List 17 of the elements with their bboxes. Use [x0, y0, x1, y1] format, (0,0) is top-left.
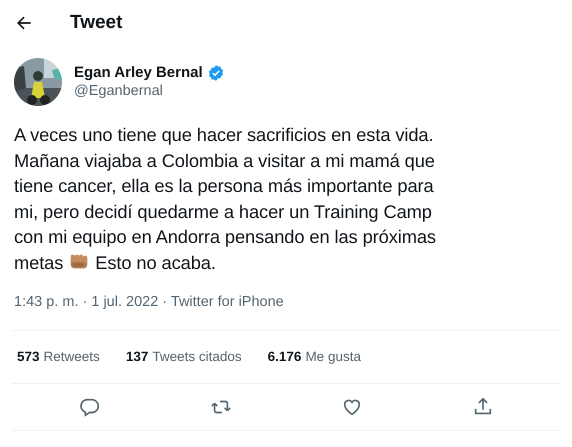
stat-label[interactable]: Tweets citados: [152, 346, 242, 367]
author-name[interactable]: Egan Arley Bernal: [74, 63, 203, 82]
stat-count[interactable]: 573: [17, 346, 40, 367]
stat-count[interactable]: 6.176: [268, 346, 302, 367]
tweet-text-line: metas: [14, 252, 64, 272]
stat-label[interactable]: Retweets: [44, 346, 100, 367]
tweet-text-line: con mi equipo en Andorra pensando en las próximas: [14, 226, 436, 247]
stat-count[interactable]: 137: [126, 346, 148, 367]
stat-label[interactable]: Me gusta: [305, 346, 361, 367]
page-title: Tweet: [70, 10, 122, 35]
tweet-text-line: mi, pero decidí quedarme a hacer un Training Camp: [14, 200, 432, 222]
tweet-text-line: Esto no acaba.: [95, 252, 216, 272]
tweet-text-line: Mañana viajaba a Colombia a visitar a mi mamá que: [14, 150, 435, 170]
author-handle[interactable]: @Eganbernal: [74, 82, 225, 101]
tweet-timestamp: 1:43 p. m. · 1 jul. 2022 · Twitter for iPhone: [13, 293, 285, 312]
tweet-text-line: tiene cancer, ella es la persona más importante para: [14, 175, 434, 196]
tweet-text-line: A veces uno tiene que hacer sacrificios en esta vida.: [14, 124, 434, 145]
